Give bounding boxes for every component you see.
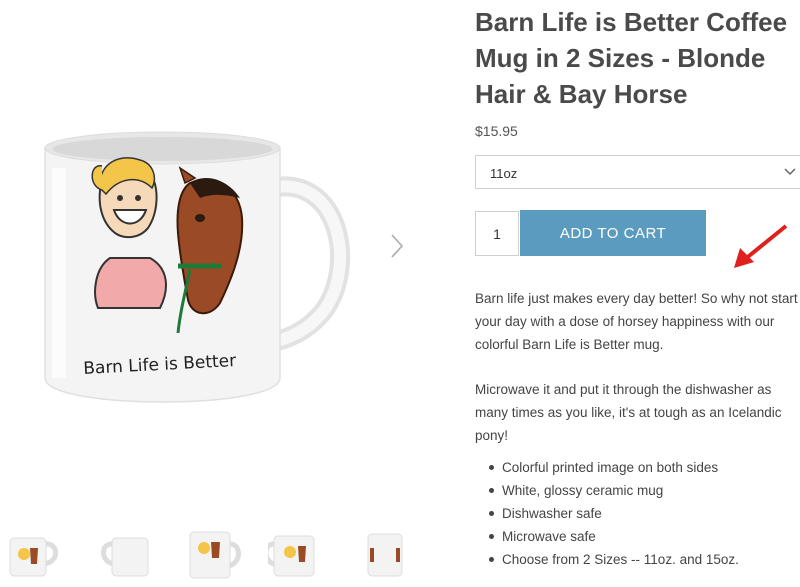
product-gallery: Barn Life is Better — [0, 0, 440, 587]
description-paragraph-2: Microwave it and put it through the dish… — [475, 382, 782, 443]
description-paragraph-1: Barn life just makes every day better! S… — [475, 291, 798, 352]
thumbnail-4[interactable] — [268, 522, 328, 584]
bullet-icon — [489, 465, 494, 470]
quantity-input[interactable] — [475, 211, 519, 256]
main-product-image[interactable]: Barn Life is Better — [40, 118, 360, 418]
feature-item: White, glossy ceramic mug — [485, 479, 739, 502]
add-to-cart-button[interactable]: ADD TO CART — [520, 210, 706, 256]
feature-item: Dishwasher safe — [485, 502, 739, 525]
red-pointer-arrow-icon — [734, 224, 788, 268]
feature-item: Colorful printed image on both sides — [485, 456, 739, 479]
feature-list: Colorful printed image on both sides Whi… — [485, 456, 739, 571]
thumbnail-strip — [0, 522, 440, 584]
product-price: $15.95 — [475, 123, 518, 139]
chevron-right-icon[interactable] — [382, 232, 410, 260]
chevron-down-icon — [784, 168, 796, 176]
thumbnail-2[interactable] — [96, 522, 156, 584]
bullet-icon — [489, 511, 494, 516]
bullet-icon — [489, 557, 494, 562]
feature-item: Choose from 2 Sizes -- 11oz. and 15oz. — [485, 548, 739, 571]
thumbnail-1[interactable] — [4, 522, 64, 584]
feature-item: Microwave safe — [485, 525, 739, 548]
thumbnail-5[interactable] — [360, 522, 420, 584]
size-select[interactable]: 11oz — [475, 155, 800, 189]
thumbnail-3[interactable] — [184, 522, 244, 584]
bullet-icon — [489, 534, 494, 539]
bullet-icon — [489, 488, 494, 493]
product-title: Barn Life is Better Coffee Mug in 2 Size… — [475, 7, 788, 109]
size-select-value: 11oz — [490, 166, 518, 181]
